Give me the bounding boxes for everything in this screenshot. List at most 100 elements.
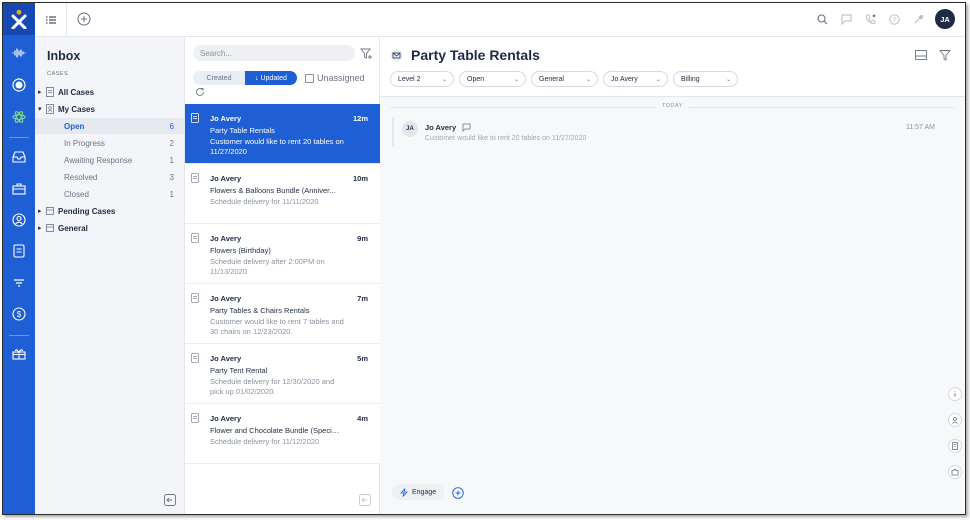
- case-title: Party Table Rentals: [411, 47, 540, 63]
- app-logo[interactable]: [3, 3, 35, 35]
- document-icon[interactable]: [11, 243, 27, 259]
- engage-label: Engage: [412, 488, 437, 496]
- case-preview: Customer would like to rent 20 tables on…: [210, 137, 344, 156]
- sidebar-item-my-cases[interactable]: ▾ My Cases: [35, 101, 184, 117]
- sidebar-item-general[interactable]: ▸ General: [35, 220, 184, 236]
- pill-label: Level 2: [398, 75, 421, 83]
- sidebar-item-label: Closed: [64, 189, 89, 199]
- chevron-down-icon: ⌄: [655, 76, 661, 83]
- add-tab-button[interactable]: [77, 12, 93, 28]
- phone-icon[interactable]: [863, 12, 877, 26]
- document-icon: [191, 353, 199, 363]
- sidebar-item-closed[interactable]: Closed 1: [35, 186, 184, 202]
- sidebar-item-pending-cases[interactable]: ▸ Pending Cases: [35, 203, 184, 219]
- case-preview: Schedule delivery after 2:00PM on 11/13/…: [210, 257, 325, 276]
- case-age: 4m: [357, 414, 368, 423]
- document-icon: [191, 293, 199, 303]
- engage-button[interactable]: Engage: [392, 484, 445, 500]
- sidebar-item-label: Resolved: [64, 172, 98, 182]
- case-card[interactable]: Jo Avery 4m Flower and Chocolate Bundle (S…: [185, 404, 380, 464]
- inbox-icon[interactable]: [11, 149, 27, 165]
- case-age: 10m: [352, 174, 368, 183]
- collapse-panel-icon[interactable]: [359, 494, 371, 506]
- contact-icon[interactable]: [11, 212, 27, 228]
- layout-icon[interactable]: [915, 49, 927, 61]
- refresh-icon[interactable]: [195, 87, 205, 97]
- queue-select[interactable]: General ⌄: [531, 71, 598, 87]
- tools-icon[interactable]: [911, 12, 925, 26]
- case-author: Jo Avery: [210, 414, 242, 423]
- date-divider-label: TODAY: [656, 103, 689, 109]
- sidebar-item-awaiting-response[interactable]: Awaiting Response 1: [35, 152, 184, 168]
- sidebar-item-label: General: [58, 223, 88, 233]
- tab-updated[interactable]: ↓ Updated: [245, 71, 297, 85]
- filter-lines-icon[interactable]: [11, 275, 27, 291]
- sidebar-item-label: In Progress: [64, 138, 105, 148]
- left-rail: $: [3, 3, 35, 514]
- document-icon: [191, 173, 199, 183]
- chevron-down-icon: ⌄: [585, 76, 591, 83]
- dollar-icon[interactable]: $: [11, 306, 27, 322]
- checkbox-box[interactable]: [305, 73, 314, 83]
- document-icon: [191, 413, 199, 423]
- list-view-button[interactable]: [35, 3, 67, 37]
- atom-icon[interactable]: [11, 109, 27, 125]
- waveform-icon[interactable]: [11, 45, 27, 61]
- message-text: Customer would like to rent 20 tables on…: [425, 135, 587, 142]
- case-author: Jo Avery: [210, 294, 242, 303]
- status-select[interactable]: Open ⌄: [459, 71, 526, 87]
- record-icon[interactable]: [11, 77, 27, 93]
- pill-label: Billing: [681, 75, 700, 83]
- side-tools: [948, 387, 962, 479]
- avatar: JA: [402, 121, 418, 137]
- filter-add-icon[interactable]: [360, 47, 373, 60]
- svg-text:$: $: [17, 310, 22, 319]
- info-icon[interactable]: [948, 387, 962, 401]
- help-icon[interactable]: ?: [887, 12, 901, 26]
- message-time: 11:57 AM: [905, 124, 935, 131]
- sidebar-item-count: 3: [169, 172, 174, 182]
- document-icon: [191, 113, 199, 123]
- case-age: 7m: [357, 294, 368, 303]
- gift-icon[interactable]: [11, 346, 27, 362]
- case-subject: Party Tent Rental: [210, 366, 268, 375]
- chevron-right-icon: ▸: [38, 208, 42, 215]
- sidebar-item-all-cases[interactable]: ▸ All Cases: [35, 84, 184, 100]
- customer-icon[interactable]: [948, 413, 962, 427]
- sidebar-item-resolved[interactable]: Resolved 3: [35, 169, 184, 185]
- collapse-panel-icon[interactable]: [164, 494, 176, 506]
- search-input[interactable]: [193, 45, 355, 61]
- sidebar-caption: CASES: [47, 71, 69, 77]
- assignee-select[interactable]: Jo Avery ⌄: [603, 71, 668, 87]
- notes-icon[interactable]: [948, 439, 962, 453]
- chevron-down-icon: ⌄: [725, 76, 731, 83]
- filter-icon[interactable]: [939, 49, 951, 61]
- sidebar-item-in-progress[interactable]: In Progress 2: [35, 135, 184, 151]
- case-subject: Flowers & Balloons Bundle (Anniver...: [210, 186, 336, 195]
- case-preview: Schedule delivery for 11/11/2020: [210, 197, 319, 206]
- sidebar-item-label: Awaiting Response: [64, 155, 133, 165]
- user-avatar[interactable]: JA: [935, 9, 955, 29]
- case-card[interactable]: Jo Avery 7m Party Tables & Chairs Rentals C…: [185, 284, 380, 344]
- case-card[interactable]: Jo Avery 5m Party Tent Rental Schedule deli…: [185, 344, 380, 404]
- priority-select[interactable]: Level 2 ⌄: [390, 71, 454, 87]
- puzzle-icon[interactable]: [948, 465, 962, 479]
- chat-icon[interactable]: [839, 12, 853, 26]
- sort-toggle: Created ↓ Updated: [193, 71, 297, 85]
- document-icon: [191, 233, 199, 243]
- case-card[interactable]: Jo Avery 10m Flowers & Balloons Bundle (An…: [185, 164, 380, 224]
- sidebar-item-label: Pending Cases: [58, 206, 116, 216]
- unassigned-checkbox[interactable]: Unassigned: [305, 73, 365, 83]
- sidebar-item-open[interactable]: Open 6: [35, 118, 184, 134]
- case-preview: Customer would like to rent 7 tables and…: [210, 317, 344, 336]
- briefcase-icon[interactable]: [11, 181, 27, 197]
- category-select[interactable]: Billing ⌄: [673, 71, 738, 87]
- logo-icon: [11, 9, 27, 29]
- search-icon[interactable]: [815, 12, 829, 26]
- message: JA Jo Avery Customer would like to rent …: [392, 117, 935, 147]
- tab-created[interactable]: Created: [193, 71, 245, 85]
- case-card[interactable]: Jo Avery 12m Party Table Rentals Customer w…: [185, 104, 380, 164]
- case-card[interactable]: Jo Avery 9m Flowers (Birthday) Schedule del…: [185, 224, 380, 284]
- document-icon: [46, 87, 54, 97]
- add-circle-icon[interactable]: [452, 487, 464, 499]
